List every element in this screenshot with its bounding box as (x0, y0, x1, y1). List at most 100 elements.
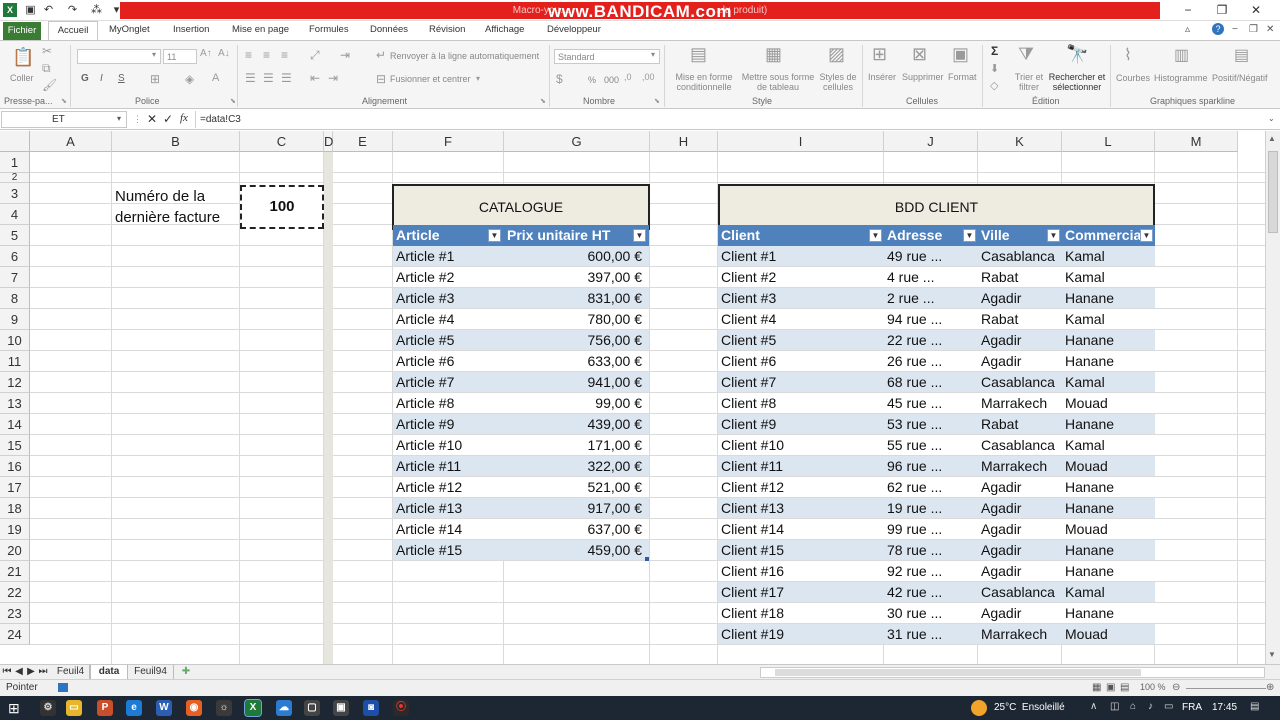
zoom-out-icon[interactable]: ⊖ (1172, 682, 1180, 693)
client-sales-rep-cell[interactable]: Hanane (1065, 351, 1152, 371)
align-left-icon[interactable]: ☰ (245, 71, 256, 85)
row-header-2[interactable]: 2 (0, 173, 30, 183)
client-sales-rep-cell[interactable]: Hanane (1065, 561, 1152, 581)
insert-cells-icon[interactable]: ⊞ (872, 44, 887, 65)
row-header-13[interactable]: 13 (0, 393, 30, 414)
catalogue-price-cell[interactable]: 637,00 € (504, 519, 643, 539)
client-client-cell[interactable]: Client #10 (721, 435, 881, 455)
sparkline-winloss-icon[interactable]: ▤ (1234, 45, 1249, 65)
catalogue-article-cell[interactable]: Article #9 (396, 414, 501, 434)
catalogue-article-cell[interactable]: Article #15 (396, 540, 501, 560)
column-header-k[interactable]: K (978, 131, 1062, 152)
client-city-cell[interactable]: Agadir (981, 330, 1059, 350)
filter-dropdown-icon[interactable]: ▼ (1140, 229, 1153, 242)
confirm-entry-icon[interactable]: ✓ (163, 112, 173, 126)
clear-icon[interactable]: ◇ (990, 79, 998, 92)
sheet-tab-feuil4[interactable]: Feuil4 (52, 665, 90, 680)
page-break-view-icon[interactable]: ▤ (1120, 682, 1129, 693)
font-launcher-icon[interactable]: ⬊ (230, 97, 236, 105)
client-client-cell[interactable]: Client #14 (721, 519, 881, 539)
client-city-cell[interactable]: Agadir (981, 288, 1059, 308)
sparkline-column-button[interactable]: Histogramme (1154, 73, 1208, 83)
row-header-17[interactable]: 17 (0, 477, 30, 498)
client-address-cell[interactable]: 30 rue ... (887, 603, 975, 623)
format-as-table-button[interactable]: Mettre sous forme de tableau (740, 72, 816, 92)
page-layout-view-icon[interactable]: ▣ (1106, 682, 1115, 693)
firefox-icon[interactable]: ◉ (186, 700, 202, 716)
catalogue-price-cell[interactable]: 600,00 € (504, 246, 643, 266)
client-address-cell[interactable]: 22 rue ... (887, 330, 975, 350)
font-grow-icon[interactable]: A↑ (200, 48, 212, 59)
tab-myonglet[interactable]: MyOnglet (109, 21, 150, 40)
catalogue-price-cell[interactable]: 941,00 € (504, 372, 643, 392)
italic-button[interactable]: I (100, 74, 103, 84)
client-client-cell[interactable]: Client #1 (721, 246, 881, 266)
row-header-21[interactable]: 21 (0, 561, 30, 582)
row-header-19[interactable]: 19 (0, 519, 30, 540)
last-sheet-icon[interactable]: ⏭ (38, 665, 48, 680)
client-sales-rep-cell[interactable]: Kamal (1065, 309, 1152, 329)
sheet-tab-data[interactable]: data (90, 665, 128, 680)
catalogue-article-cell[interactable]: Article #7 (396, 372, 501, 392)
borders-icon[interactable]: ⊞ (150, 72, 160, 86)
zoom-level[interactable]: 100 % (1140, 682, 1166, 692)
format-as-table-icon[interactable]: ▦ (765, 44, 782, 65)
client-client-cell[interactable]: Client #3 (721, 288, 881, 308)
next-sheet-icon[interactable]: ▶ (26, 665, 36, 680)
client-client-cell[interactable]: Client #9 (721, 414, 881, 434)
client-address-cell[interactable]: 49 rue ... (887, 246, 975, 266)
insert-function-icon[interactable]: fx (180, 112, 188, 124)
client-address-cell[interactable]: 53 rue ... (887, 414, 975, 434)
increase-indent-icon[interactable]: ⇥ (328, 71, 338, 85)
sparkline-winloss-button[interactable]: Positif/Négatif (1212, 73, 1268, 83)
last-invoice-number-cell[interactable]: 100 (240, 185, 324, 229)
format-painter-icon[interactable]: 🖌 (42, 78, 57, 92)
sparkline-line-button[interactable]: Courbes (1116, 73, 1150, 83)
macro-record-icon[interactable] (58, 683, 68, 692)
client-address-cell[interactable]: 55 rue ... (887, 435, 975, 455)
tab-insertion[interactable]: Insertion (173, 21, 209, 40)
tab-affichage[interactable]: Affichage (485, 21, 524, 40)
client-city-cell[interactable]: Casablanca (981, 372, 1059, 392)
client-city-cell[interactable]: Agadir (981, 477, 1059, 497)
name-box-dropdown-icon[interactable]: ▾ (117, 114, 121, 123)
sheet-tab-feuil94[interactable]: Feuil94 (128, 665, 174, 680)
client-client-cell[interactable]: Client #7 (721, 372, 881, 392)
catalogue-price-cell[interactable]: 780,00 € (504, 309, 643, 329)
column-header-e[interactable]: E (333, 131, 393, 152)
tab-accueil[interactable]: Accueil (48, 21, 98, 40)
column-header-h[interactable]: H (650, 131, 718, 152)
catalogue-article-cell[interactable]: Article #4 (396, 309, 501, 329)
client-address-cell[interactable]: 78 rue ... (887, 540, 975, 560)
clipboard-launcher-icon[interactable]: ⬊ (61, 97, 67, 105)
edge-icon[interactable]: e (126, 700, 142, 716)
client-client-cell[interactable]: Client #12 (721, 477, 881, 497)
align-right-icon[interactable]: ☰ (281, 71, 292, 85)
catalogue-price-cell[interactable]: 99,00 € (504, 393, 642, 413)
client-sales-rep-cell[interactable]: Mouad (1065, 519, 1152, 539)
client-city-cell[interactable]: Casablanca (981, 246, 1059, 266)
client-city-cell[interactable]: Rabat (981, 267, 1059, 287)
client-city-cell[interactable]: Agadir (981, 351, 1059, 371)
client-sales-rep-cell[interactable]: Kamal (1065, 267, 1152, 287)
font-shrink-icon[interactable]: A↓ (218, 48, 230, 59)
column-header-l[interactable]: L (1062, 131, 1155, 152)
cancel-entry-icon[interactable]: ✕ (147, 112, 157, 126)
increase-decimal-icon[interactable]: ,0 (624, 72, 632, 82)
catalogue-article-cell[interactable]: Article #13 (396, 498, 501, 518)
tray-chevron-icon[interactable]: ∧ (1090, 701, 1097, 712)
catalogue-article-cell[interactable]: Article #11 (396, 456, 501, 476)
catalogue-price-cell[interactable]: 459,00 € (504, 540, 643, 560)
catalogue-article-cell[interactable]: Article #3 (396, 288, 501, 308)
client-client-cell[interactable]: Client #11 (721, 456, 881, 476)
catalogue-article-cell[interactable]: Article #10 (396, 435, 501, 455)
client-address-cell[interactable]: 26 rue ... (887, 351, 975, 371)
number-format-dropdown-icon[interactable]: ▾ (651, 50, 655, 59)
decrease-decimal-icon[interactable]: ,00 (642, 72, 655, 82)
zoom-in-icon[interactable]: ⊕ (1266, 682, 1274, 693)
workbook-close-icon[interactable]: ✕ (1266, 24, 1274, 35)
client-sales-rep-cell[interactable]: Hanane (1065, 414, 1152, 434)
sparkline-line-icon[interactable]: ⌇ (1124, 45, 1132, 65)
client-city-cell[interactable]: Marrakech (981, 624, 1059, 644)
insert-cells-button[interactable]: Insérer (868, 72, 896, 82)
